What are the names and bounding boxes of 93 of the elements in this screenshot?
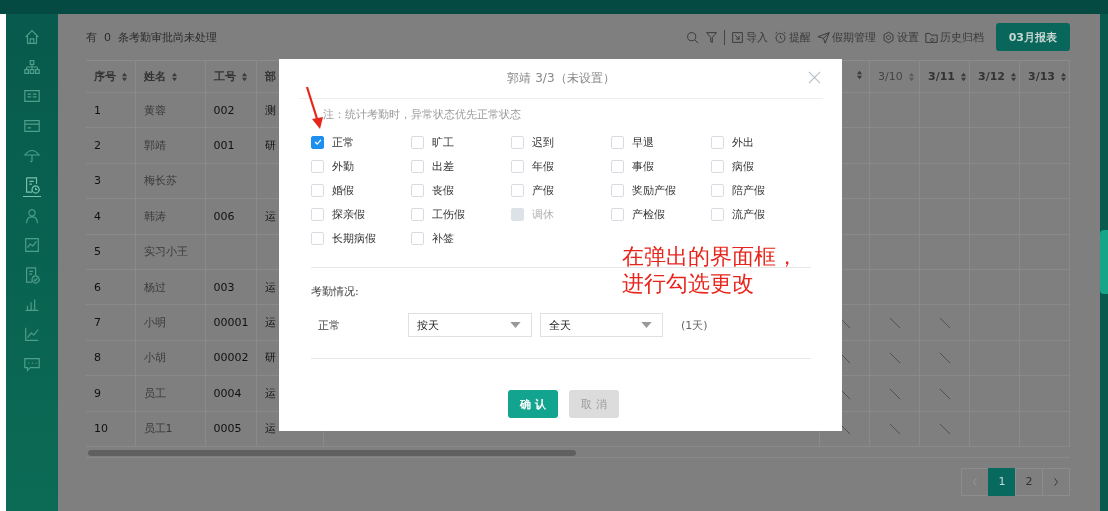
table-cell: 10 bbox=[94, 422, 108, 436]
duration-text: (1天) bbox=[681, 317, 708, 333]
table-cell: 0004 bbox=[213, 386, 242, 400]
sort-icon[interactable] bbox=[1010, 71, 1017, 82]
option-label[interactable]: 陪产假 bbox=[732, 182, 765, 198]
table-cell: 运 bbox=[264, 316, 276, 330]
status-label: 正常 bbox=[317, 317, 341, 333]
table-cell: 研 bbox=[264, 139, 276, 153]
option-label[interactable]: 婚假 bbox=[332, 182, 354, 198]
tool-icon bbox=[730, 30, 744, 44]
annotation-text: 进行勾选更改 bbox=[622, 270, 755, 297]
option-label[interactable]: 丧假 bbox=[432, 182, 454, 198]
table-cell: 杨过 bbox=[143, 280, 166, 294]
table-cell: 1 bbox=[94, 103, 101, 117]
option-label[interactable]: 事假 bbox=[632, 158, 654, 174]
sort-icon[interactable] bbox=[856, 70, 863, 80]
tool-icon bbox=[924, 30, 938, 44]
option-label[interactable]: 年假 bbox=[532, 158, 554, 174]
sort-icon[interactable] bbox=[240, 71, 248, 82]
table-cell: 002 bbox=[213, 103, 235, 117]
unit-select[interactable]: 按天 bbox=[408, 313, 532, 337]
table-cell: 8 bbox=[94, 351, 101, 365]
option-label[interactable]: 长期病假 bbox=[332, 230, 376, 246]
table-cell: 小胡 bbox=[143, 351, 166, 365]
option-label[interactable]: 产检假 bbox=[632, 206, 665, 222]
table-cell: 5 bbox=[94, 245, 101, 259]
table-cell: 运 bbox=[264, 209, 276, 223]
option-label[interactable]: 外勤 bbox=[332, 158, 354, 174]
sort-icon[interactable] bbox=[1060, 71, 1067, 82]
table-cell: 6 bbox=[94, 280, 101, 294]
option-label[interactable]: 早退 bbox=[632, 134, 654, 150]
table-cell: 研 bbox=[264, 351, 276, 365]
caret-icon bbox=[510, 322, 521, 328]
sort-icon[interactable] bbox=[170, 71, 178, 82]
next-page-button[interactable] bbox=[1042, 467, 1070, 496]
pending-approval-notice: 有 0 条考勤审批尚未处理 bbox=[86, 29, 217, 45]
search-icon[interactable] bbox=[685, 30, 699, 44]
sort-icon[interactable] bbox=[121, 71, 128, 82]
option-label[interactable]: 外出 bbox=[732, 134, 754, 150]
chevron-right-icon bbox=[1053, 476, 1059, 487]
checkbox[interactable] bbox=[311, 135, 324, 149]
note-text: 注：统计考勤时，异常状态优先正常状态 bbox=[322, 107, 522, 122]
tool-icon bbox=[881, 30, 895, 44]
sidebar-icon[interactable] bbox=[23, 175, 41, 197]
table-cell: 0005 bbox=[213, 422, 242, 436]
table-cell: 梅长苏 bbox=[143, 174, 177, 188]
tool-icon bbox=[773, 30, 787, 44]
annotation-text: 在弹出的界面框， bbox=[622, 243, 798, 270]
dialog-title: 郭靖 3/3（未设置） bbox=[507, 70, 615, 87]
sort-icon[interactable] bbox=[907, 71, 915, 82]
table-cell: 3 bbox=[94, 174, 101, 188]
table-cell: 运 bbox=[264, 280, 276, 294]
filter-icon[interactable] bbox=[704, 30, 718, 44]
table-cell: 黄蓉 bbox=[143, 103, 166, 117]
table-cell: 7 bbox=[94, 316, 101, 330]
option-label[interactable]: 补签 bbox=[432, 230, 454, 246]
option-label[interactable]: 出差 bbox=[432, 158, 454, 174]
sort-icon[interactable] bbox=[960, 71, 967, 82]
page-button[interactable]: 1 bbox=[988, 467, 1016, 496]
table-cell: 韩涛 bbox=[143, 209, 166, 223]
period-select[interactable]: 全天 bbox=[540, 313, 663, 337]
table-cell: 003 bbox=[213, 280, 235, 294]
table-cell: 00001 bbox=[213, 316, 249, 330]
table-cell: 2 bbox=[94, 139, 101, 153]
close-icon[interactable] bbox=[808, 71, 821, 84]
table-cell: 006 bbox=[213, 209, 235, 223]
table-cell: 9 bbox=[94, 386, 101, 400]
side-tab[interactable] bbox=[1100, 230, 1108, 294]
option-label[interactable]: 旷工 bbox=[432, 134, 454, 150]
option-label[interactable]: 探亲假 bbox=[332, 206, 365, 222]
table-cell: 运 bbox=[264, 386, 276, 400]
scrollbar-thumb[interactable] bbox=[88, 449, 576, 456]
sidebar-icon[interactable] bbox=[23, 265, 41, 286]
option-label[interactable]: 迟到 bbox=[532, 134, 554, 150]
table-cell: 郭靖 bbox=[143, 139, 166, 153]
option-label[interactable]: 正常 bbox=[332, 134, 354, 150]
tool-icon bbox=[816, 30, 830, 44]
table-cell: 4 bbox=[94, 209, 101, 223]
check-icon bbox=[312, 137, 323, 147]
table-cell: 测 bbox=[264, 103, 276, 117]
caret-icon bbox=[641, 322, 652, 328]
option-label[interactable]: 病假 bbox=[732, 158, 754, 174]
table-cell: 实习小王 bbox=[143, 245, 188, 259]
monthly-report-button[interactable]: 03月报表 bbox=[995, 23, 1070, 51]
option-label[interactable]: 流产假 bbox=[732, 206, 765, 222]
table-cell: 001 bbox=[213, 139, 235, 153]
option-label[interactable]: 奖励产假 bbox=[632, 182, 676, 198]
table-cell: 小明 bbox=[143, 316, 166, 330]
option-label[interactable]: 工伤假 bbox=[432, 206, 465, 222]
table-cell: 运 bbox=[264, 422, 276, 436]
annotation-arrow bbox=[305, 86, 325, 130]
table-cell: 00002 bbox=[213, 351, 249, 365]
option-label[interactable]: 产假 bbox=[532, 182, 554, 198]
